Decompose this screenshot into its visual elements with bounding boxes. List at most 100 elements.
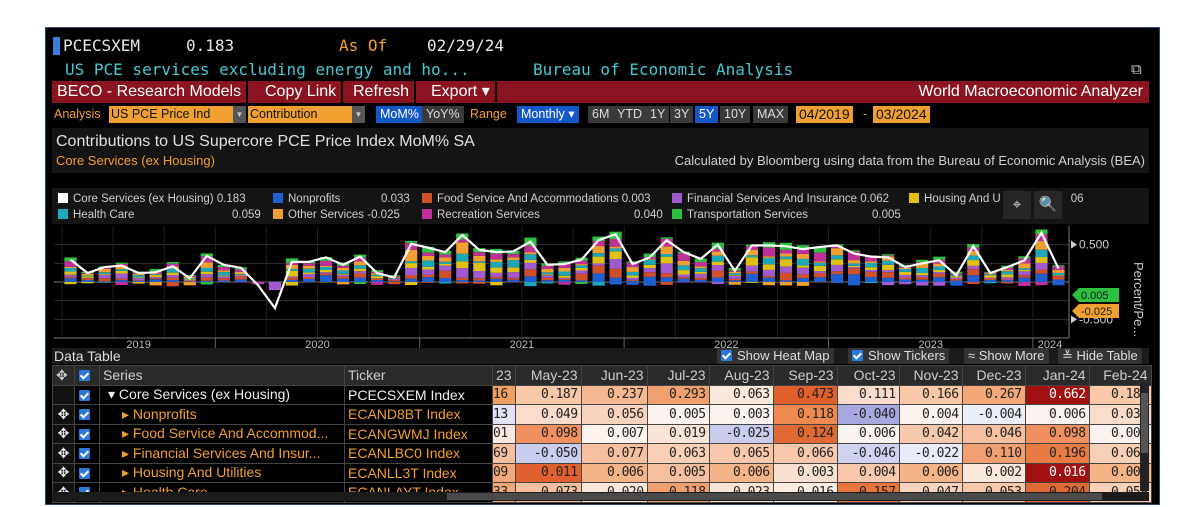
range-10y[interactable]: 10Y bbox=[720, 106, 751, 123]
table-cell[interactable]: 0.063 bbox=[646, 443, 710, 464]
table-row[interactable]: ✥ ▸ Housing And Utilities ECANLL3T Index 09… bbox=[52, 462, 1152, 483]
show-heat-map-toggle[interactable]: Show Heat Map bbox=[717, 348, 834, 364]
refresh-button[interactable]: Refresh bbox=[348, 81, 417, 103]
table-cell[interactable]: 0.006 bbox=[898, 462, 963, 483]
table-cell[interactable]: -0.025 bbox=[708, 423, 774, 444]
table-row[interactable]: ▾ Core Services (ex Housing) PCECSXEM Ind… bbox=[52, 384, 1152, 405]
col-date[interactable]: Sep-23 bbox=[772, 365, 838, 386]
col-date[interactable]: 23 bbox=[492, 365, 516, 386]
crosshair-icon[interactable]: ✥ bbox=[52, 462, 75, 483]
legend-item[interactable]: Transportation Services 0.005 bbox=[672, 208, 907, 222]
table-cell[interactable]: 0.066 bbox=[772, 443, 838, 464]
table-cell[interactable]: 0.110 bbox=[961, 443, 1026, 464]
series-ticker[interactable]: ECAND8BT Index bbox=[344, 404, 493, 425]
table-cell[interactable]: -0.050 bbox=[514, 443, 582, 464]
table-horizontal-scrollbar[interactable] bbox=[52, 492, 1149, 501]
analysis-dropdown-arrow-icon[interactable]: ▼ bbox=[233, 106, 246, 123]
table-cell[interactable]: 0.006 bbox=[708, 462, 774, 483]
table-cell[interactable]: 0.006 bbox=[580, 462, 648, 483]
col-series[interactable]: Series bbox=[99, 365, 345, 386]
export-menu-button[interactable]: Export ▾ bbox=[426, 81, 497, 103]
table-cell[interactable]: 0.003 bbox=[772, 462, 838, 483]
table-cell[interactable]: -0.040 bbox=[836, 404, 900, 425]
series-ticker[interactable]: PCECSXEM Index bbox=[344, 384, 493, 405]
crosshair-icon[interactable]: ✥ bbox=[52, 443, 75, 464]
table-cell[interactable]: 0.196 bbox=[1024, 443, 1090, 464]
table-cell[interactable]: 0.098 bbox=[514, 423, 582, 444]
table-cell[interactable]: 0.111 bbox=[836, 384, 900, 405]
table-cell[interactable]: 0.063 bbox=[708, 384, 774, 405]
table-cell[interactable]: 0.124 bbox=[772, 423, 838, 444]
copy-link-button[interactable]: Copy Link bbox=[260, 81, 344, 103]
table-cell[interactable]: 0.473 bbox=[772, 384, 838, 405]
table-cell[interactable]: 0.049 bbox=[514, 404, 582, 425]
table-cell[interactable]: 0.046 bbox=[961, 423, 1026, 444]
crosshair-icon[interactable] bbox=[52, 384, 75, 405]
table-cell[interactable]: 0.007 bbox=[580, 423, 648, 444]
table-cell[interactable]: 16 bbox=[492, 384, 516, 405]
range-5y[interactable]: 5Y bbox=[695, 106, 719, 123]
end-date-field[interactable]: 03/2024 bbox=[873, 106, 930, 123]
zoom-icon[interactable]: 🔍 bbox=[1034, 191, 1062, 219]
security-ticker[interactable]: PCECSXEM bbox=[63, 36, 140, 55]
row-checkbox[interactable] bbox=[74, 462, 100, 483]
table-cell[interactable]: 0.042 bbox=[898, 423, 963, 444]
series-name[interactable]: ▸ Food Service And Accommod... bbox=[99, 423, 345, 444]
table-cell[interactable]: -0.004 bbox=[961, 404, 1026, 425]
table-cell[interactable]: 0.065 bbox=[708, 443, 774, 464]
series-ticker[interactable]: ECANLL3T Index bbox=[344, 462, 493, 483]
legend-item[interactable]: Health Care 0.059 bbox=[58, 208, 268, 222]
table-cell[interactable]: 0.166 bbox=[898, 384, 963, 405]
row-checkbox[interactable] bbox=[74, 404, 100, 425]
table-cell[interactable]: 0.293 bbox=[646, 384, 710, 405]
crosshair-icon[interactable]: ⌖ bbox=[1003, 191, 1031, 219]
crosshair-icon[interactable]: ✥ bbox=[52, 404, 75, 425]
table-cell[interactable]: 09 bbox=[492, 462, 516, 483]
col-date[interactable]: Jul-23 bbox=[646, 365, 710, 386]
table-cell[interactable]: 0.011 bbox=[514, 462, 582, 483]
legend-item[interactable]: Recreation Services 0.040 bbox=[422, 208, 667, 222]
scroll-thumb[interactable] bbox=[1141, 393, 1148, 453]
table-cell[interactable]: 0.077 bbox=[580, 443, 648, 464]
series-name[interactable]: ▸ Housing And Utilities bbox=[99, 462, 345, 483]
table-cell[interactable]: 0.004 bbox=[898, 404, 963, 425]
hide-table-button[interactable]: ≚ Hide Table bbox=[1058, 348, 1142, 364]
table-cell[interactable]: 0.237 bbox=[580, 384, 648, 405]
col-date[interactable]: Jun-23 bbox=[580, 365, 648, 386]
row-checkbox[interactable] bbox=[74, 443, 100, 464]
col-date[interactable]: Jan-24 bbox=[1024, 365, 1090, 386]
table-cell[interactable]: 0.005 bbox=[646, 462, 710, 483]
series-name[interactable]: ▾ Core Services (ex Housing) bbox=[99, 384, 345, 405]
legend-item[interactable]: Food Service And Accommodations 0.003 bbox=[422, 192, 651, 206]
show-more-button[interactable]: ≈ Show More bbox=[964, 348, 1049, 364]
beco-research-models-button[interactable]: BECO - Research Models bbox=[52, 81, 249, 103]
table-cell[interactable]: -0.046 bbox=[836, 443, 900, 464]
select-all-checkbox[interactable] bbox=[74, 365, 100, 386]
range-max[interactable]: MAX bbox=[753, 106, 789, 123]
table-cell[interactable]: 0.019 bbox=[646, 423, 710, 444]
table-cell[interactable]: 13 bbox=[492, 404, 516, 425]
range-1y[interactable]: 1Y bbox=[646, 106, 670, 123]
col-date[interactable]: Oct-23 bbox=[836, 365, 900, 386]
contribution-chart[interactable]: 0.500-0.5000.005-0.025 Percent/Pe...2019 2… bbox=[52, 226, 1149, 350]
col-date[interactable]: May-23 bbox=[514, 365, 582, 386]
range-ytd[interactable]: YTD bbox=[613, 106, 646, 123]
table-vertical-scrollbar[interactable] bbox=[1140, 383, 1149, 491]
legend-item[interactable]: Other Services -0.025 bbox=[273, 208, 400, 222]
range-6m[interactable]: 6M bbox=[588, 106, 614, 123]
table-cell[interactable]: 69 bbox=[492, 443, 516, 464]
table-cell[interactable]: 0.002 bbox=[961, 462, 1026, 483]
legend-item[interactable]: Nonprofits 0.033 bbox=[273, 192, 413, 206]
table-cell[interactable]: 0.004 bbox=[836, 462, 900, 483]
table-cell[interactable]: 0.098 bbox=[1024, 423, 1090, 444]
table-cell[interactable]: 0.006 bbox=[1024, 404, 1090, 425]
frequency-dropdown[interactable]: Monthly ▾ bbox=[517, 106, 579, 123]
col-date[interactable]: Aug-23 bbox=[708, 365, 774, 386]
legend-item[interactable]: Financial Services And Insurance 0.062 bbox=[672, 192, 889, 206]
table-cell[interactable]: 0.267 bbox=[961, 384, 1026, 405]
start-date-field[interactable]: 04/2019 bbox=[796, 106, 853, 123]
yoy-toggle[interactable]: YoY% bbox=[422, 106, 464, 123]
table-cell[interactable]: 0.006 bbox=[836, 423, 900, 444]
series-name[interactable]: ▸ Nonprofits bbox=[99, 404, 345, 425]
table-row[interactable]: ✥ ▸ Food Service And Accommod... ECANGWMJ … bbox=[52, 423, 1152, 444]
